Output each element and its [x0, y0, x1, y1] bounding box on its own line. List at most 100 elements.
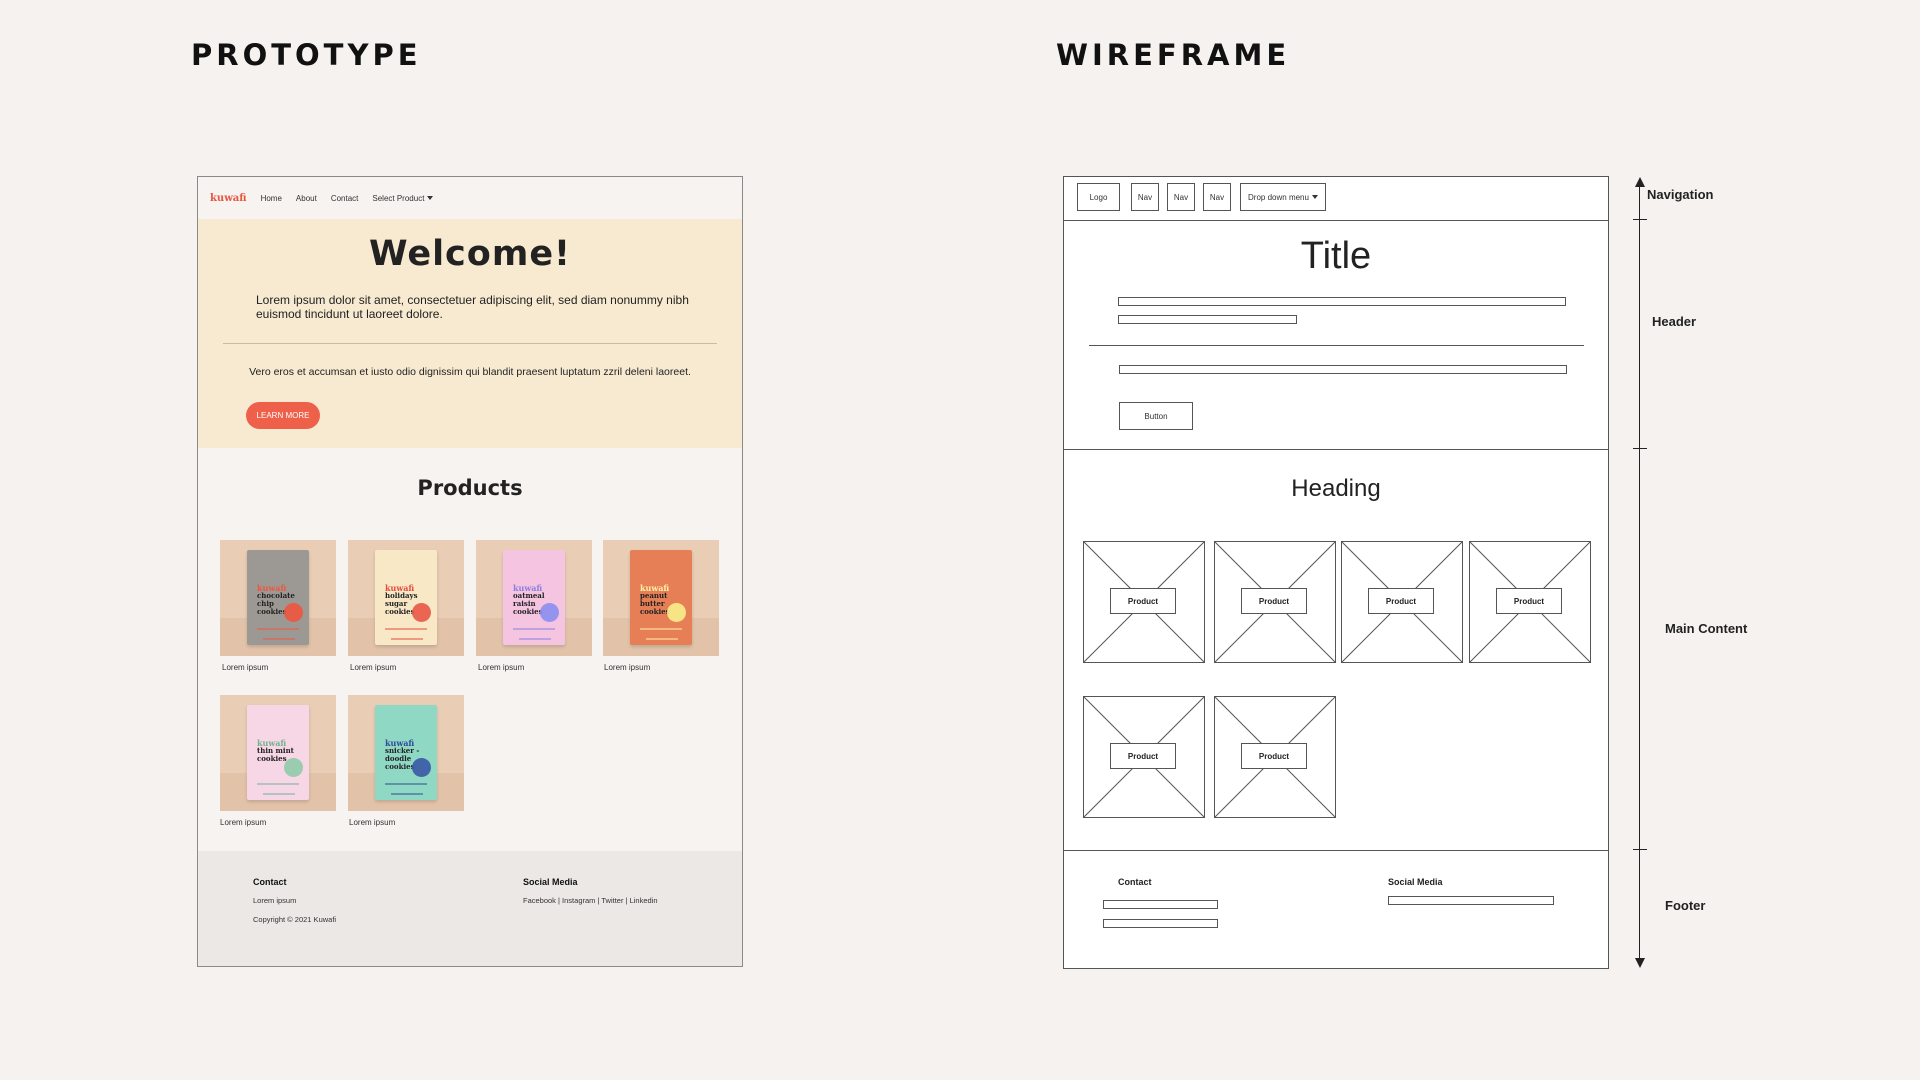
nav-link-home[interactable]: Home [261, 194, 282, 203]
products-heading: Products [417, 476, 523, 500]
product-caption: Lorem ipsum [220, 818, 267, 827]
wf-product-label: Product [1241, 743, 1307, 769]
wf-product-label: Product [1241, 588, 1307, 614]
wireframe-heading: WIREFRAME [1056, 38, 1291, 72]
product-box-image: kuwafi peanut butter cookies [630, 550, 692, 645]
product-card[interactable]: kuwafi peanut butter cookies [603, 540, 719, 656]
wf-text-placeholder [1118, 315, 1297, 324]
wf-heading: Heading [1291, 475, 1381, 502]
footer-copyright: Copyright © 2021 Kuwafi [253, 915, 337, 924]
arrow-down-icon [1635, 958, 1645, 968]
wf-product-label: Product [1368, 588, 1434, 614]
product-box-tagline [640, 628, 682, 630]
product-caption: Lorem ipsum [604, 663, 651, 672]
footer-contact-text: Lorem ipsum [253, 896, 297, 905]
product-card[interactable]: kuwafi oatmeal raisin cookies [476, 540, 592, 656]
product-name: peanut butter cookies [640, 591, 670, 616]
product-box-image: kuwafi snicker -doodle cookies [375, 705, 437, 800]
product-caption: Lorem ipsum [478, 663, 525, 672]
product-dot-decoration [284, 603, 303, 622]
prototype-navbar: kuwafi Home About Contact Select Product [198, 177, 742, 219]
axis-tick [1633, 849, 1647, 850]
product-box-image: kuwafi chocolate chip cookies [247, 550, 309, 645]
prototype-footer: Contact Lorem ipsum Copyright © 2021 Kuw… [198, 851, 742, 966]
select-product-dropdown[interactable]: Select Product [372, 193, 434, 203]
wf-logo-box: Logo [1077, 183, 1120, 211]
product-caption: Lorem ipsum [222, 663, 269, 672]
product-box-weight [263, 793, 295, 795]
arrow-up-icon [1635, 177, 1645, 187]
select-product-label: Select Product [372, 193, 425, 203]
wf-footer-divider [1064, 850, 1608, 851]
wf-nav-box: Nav [1203, 183, 1231, 211]
caret-down-icon [427, 196, 434, 201]
wf-product-placeholder: Product [1214, 696, 1336, 818]
hero-section: Welcome! Lorem ipsum dolor sit amet, con… [198, 219, 742, 448]
wf-text-placeholder [1103, 900, 1218, 909]
welcome-title: Welcome! [368, 234, 572, 274]
product-box-tagline [385, 628, 427, 630]
product-box-image: kuwafi oatmeal raisin cookies [503, 550, 565, 645]
product-box-weight [391, 638, 423, 640]
product-dot-decoration [667, 603, 686, 622]
wf-product-placeholder: Product [1469, 541, 1591, 663]
annotation-main-content: Main Content [1665, 621, 1748, 636]
product-dot-decoration [540, 603, 559, 622]
wf-product-placeholder: Product [1083, 541, 1205, 663]
product-box-tagline [513, 628, 555, 630]
wf-button: Button [1119, 402, 1193, 430]
axis-tick [1633, 219, 1647, 220]
wf-nav-box: Nav [1167, 183, 1195, 211]
product-box-weight [519, 638, 551, 640]
wf-footer-social-heading: Social Media [1388, 877, 1443, 887]
footer-social-links[interactable]: Facebook | Instagram | Twitter | Linkedi… [523, 896, 658, 905]
wf-nav-box: Nav [1131, 183, 1159, 211]
product-box-tagline [257, 783, 299, 785]
wf-product-label: Product [1496, 588, 1562, 614]
wf-text-placeholder [1119, 365, 1567, 374]
product-dot-decoration [412, 758, 431, 777]
product-box-weight [646, 638, 678, 640]
learn-more-button[interactable]: LEARN MORE [246, 402, 320, 429]
wf-divider [1089, 345, 1584, 346]
wf-product-placeholder: Product [1214, 541, 1336, 663]
product-box-image: kuwafi holidays sugar cookies [375, 550, 437, 645]
product-box-weight [263, 638, 295, 640]
wf-header-divider [1064, 449, 1608, 450]
product-card[interactable]: kuwafi chocolate chip cookies [220, 540, 336, 656]
product-card[interactable]: kuwafi thin mint cookies [220, 695, 336, 811]
wf-dropdown-label: Drop down menu [1248, 192, 1309, 202]
nav-link-about[interactable]: About [296, 194, 317, 203]
wf-text-placeholder [1388, 896, 1554, 905]
footer-contact-heading: Contact [253, 877, 287, 887]
product-card[interactable]: kuwafi holidays sugar cookies [348, 540, 464, 656]
product-card[interactable]: kuwafi snicker -doodle cookies [348, 695, 464, 811]
product-caption: Lorem ipsum [350, 663, 397, 672]
wireframe-frame: Logo Nav Nav Nav Drop down menu Title Bu… [1063, 176, 1609, 969]
wf-product-label: Product [1110, 743, 1176, 769]
wf-title: Title [1300, 235, 1372, 277]
hero-sub-text: Vero eros et accumsan et iusto odio dign… [249, 366, 691, 378]
product-caption: Lorem ipsum [349, 818, 396, 827]
prototype-frame: kuwafi Home About Contact Select Product… [197, 176, 743, 967]
product-dot-decoration [284, 758, 303, 777]
axis-tick [1633, 448, 1647, 449]
logo[interactable]: kuwafi [210, 193, 247, 204]
annotation-navigation: Navigation [1647, 187, 1714, 202]
product-box-image: kuwafi thin mint cookies [247, 705, 309, 800]
product-box-tagline [257, 628, 299, 630]
annotation-footer: Footer [1665, 898, 1706, 913]
annotation-header: Header [1652, 314, 1697, 329]
nav-link-contact[interactable]: Contact [331, 194, 359, 203]
hero-divider [223, 343, 717, 344]
wf-product-label: Product [1110, 588, 1176, 614]
wf-product-placeholder: Product [1083, 696, 1205, 818]
footer-social-heading: Social Media [523, 877, 578, 887]
product-box-weight [391, 793, 423, 795]
hero-lead-text: Lorem ipsum dolor sit amet, consectetuer… [256, 293, 689, 321]
product-box-tagline [385, 783, 427, 785]
section-axis-line [1639, 180, 1640, 965]
wireframe-navbar: Logo Nav Nav Nav Drop down menu [1064, 177, 1608, 221]
wf-footer-contact-heading: Contact [1118, 877, 1152, 887]
wf-dropdown-box: Drop down menu [1240, 183, 1326, 211]
